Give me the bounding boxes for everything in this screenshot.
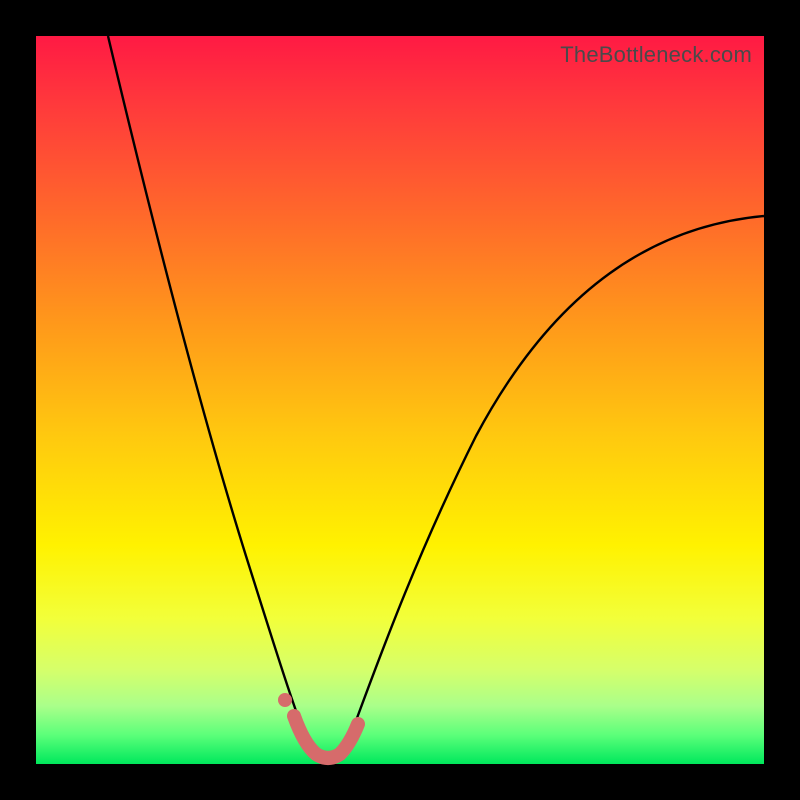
plot-area: TheBottleneck.com	[36, 36, 764, 764]
marker-dot	[278, 693, 292, 707]
bottleneck-curve-left	[108, 36, 314, 758]
valley-marker-worm	[294, 716, 358, 758]
chart-frame: TheBottleneck.com	[0, 0, 800, 800]
curve-layer	[36, 36, 764, 764]
bottleneck-curve-right	[342, 216, 764, 758]
